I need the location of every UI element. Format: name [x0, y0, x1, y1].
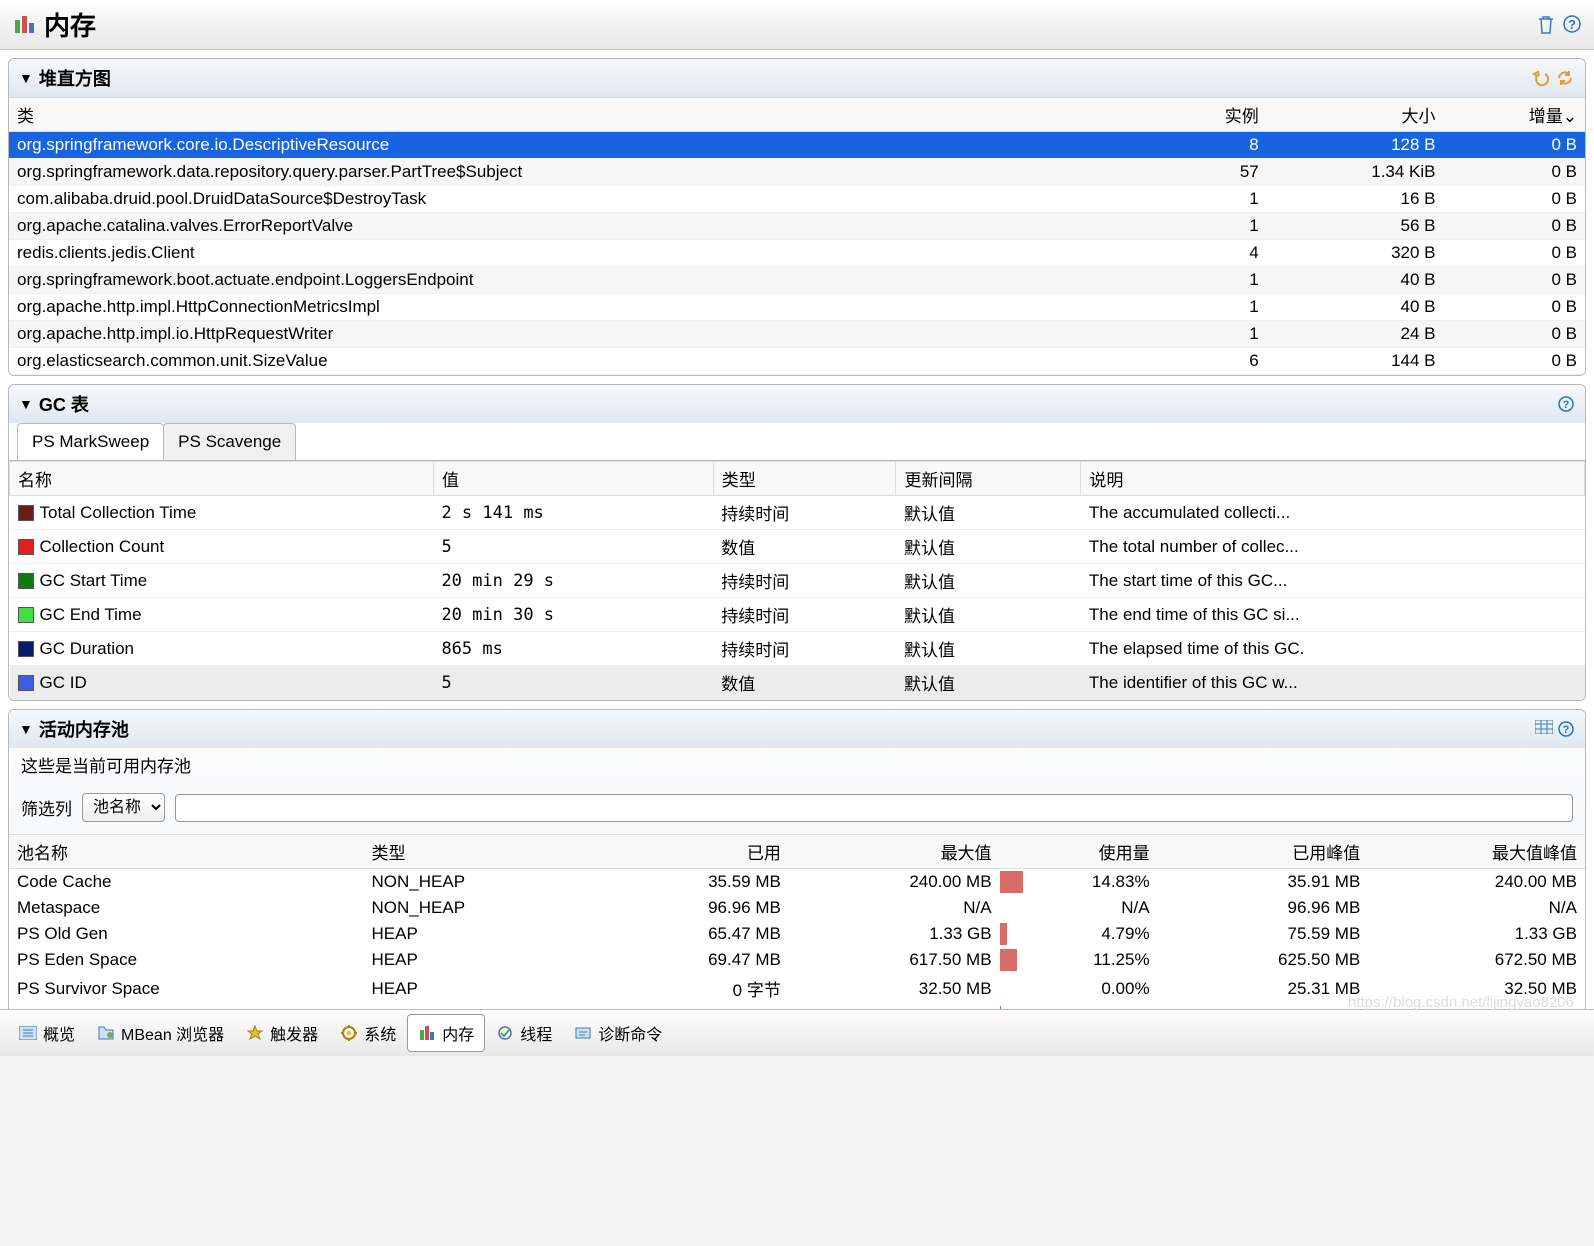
pool-table: 池名称类型已用最大值使用量已用峰值最大值峰值 Code CacheNON_HEA… [9, 834, 1585, 1009]
table-row[interactable]: com.alibaba.druid.pool.DruidDataSource$D… [9, 186, 1585, 213]
collapse-icon: ▼ [19, 721, 33, 737]
table-row[interactable]: PS Eden SpaceHEAP69.47 MB617.50 MB11.25%… [9, 947, 1585, 973]
page-title: 内存 [44, 6, 1536, 43]
pool-col-header[interactable]: 已用峰值 [1158, 835, 1369, 869]
tab-icon [340, 1024, 358, 1042]
table-row[interactable]: org.springframework.data.repository.quer… [9, 159, 1585, 186]
table-row[interactable]: PS Survivor SpaceHEAP0 字节32.50 MB0.00%25… [9, 973, 1585, 1004]
gc-col-header[interactable]: 值 [433, 462, 713, 496]
gc-tabs: PS MarkSweepPS Scavenge [9, 423, 1585, 461]
bottom-tab[interactable]: 诊断命令 [563, 1014, 673, 1052]
tab-icon [496, 1024, 514, 1042]
table-row[interactable]: MetaspaceNON_HEAP96.96 MBN/AN/A96.96 MBN… [9, 895, 1585, 921]
table-row[interactable]: org.springframework.boot.actuate.endpoin… [9, 267, 1585, 294]
collapse-icon: ▼ [19, 70, 33, 86]
bottom-tab[interactable]: 内存 [407, 1014, 485, 1052]
gc-section-header[interactable]: ▼ GC 表 ? [9, 385, 1585, 423]
trash-icon[interactable] [1536, 14, 1556, 36]
pool-section: ▼ 活动内存池 ? 这些是当前可用内存池 筛选列 池名称 池名称类型已用最大值使… [8, 709, 1586, 1009]
bottom-tab[interactable]: 概览 [8, 1014, 86, 1052]
heap-section-title: 堆直方图 [39, 65, 1531, 91]
pool-section-header[interactable]: ▼ 活动内存池 ? [9, 710, 1585, 748]
tab-icon [418, 1024, 436, 1042]
gc-col-header[interactable]: 类型 [713, 462, 896, 496]
table-row[interactable]: GC End Time20 min 30 s持续时间默认值The end tim… [10, 598, 1585, 632]
svg-text:?: ? [1568, 17, 1576, 32]
gc-col-header[interactable]: 更新间隔 [896, 462, 1081, 496]
svg-text:?: ? [1563, 724, 1570, 736]
table-row[interactable]: org.springframework.core.io.DescriptiveR… [9, 132, 1585, 159]
pool-section-title: 活动内存池 [39, 716, 1535, 742]
table-row[interactable]: GC Start Time20 min 29 s持续时间默认值The start… [10, 564, 1585, 598]
filter-label: 筛选列 [21, 795, 72, 820]
table-row[interactable]: org.apache.catalina.valves.ErrorReportVa… [9, 213, 1585, 240]
table-row[interactable]: redis.clients.jedis.Client4320 B0 B [9, 240, 1585, 267]
pool-col-header[interactable]: 类型 [364, 835, 599, 869]
gc-col-header[interactable]: 名称 [10, 462, 434, 496]
heap-table: 类实例大小增量⌄ org.springframework.core.io.Des… [9, 97, 1585, 375]
bottom-tab[interactable]: MBean 浏览器 [86, 1014, 235, 1052]
heap-col-header[interactable]: 类 [9, 98, 1157, 132]
page-header: 内存 ? [0, 0, 1594, 50]
table-view-icon[interactable] [1535, 720, 1553, 738]
filter-input[interactable] [175, 794, 1573, 822]
undo-icon[interactable] [1531, 68, 1551, 88]
table-row[interactable]: org.apache.http.impl.HttpConnectionMetri… [9, 294, 1585, 321]
gc-tab[interactable]: PS Scavenge [163, 423, 296, 460]
collapse-icon: ▼ [19, 396, 33, 412]
table-row[interactable]: Collection Count5数值默认值The total number o… [10, 530, 1585, 564]
gc-section: ▼ GC 表 ? PS MarkSweepPS Scavenge 名称值类型更新… [8, 384, 1586, 701]
heap-histogram-section: ▼ 堆直方图 类实例大小增量⌄ org.springframework.core… [8, 58, 1586, 376]
gc-col-header[interactable]: 说明 [1081, 462, 1585, 496]
heap-section-header[interactable]: ▼ 堆直方图 [9, 59, 1585, 97]
gc-table: 名称值类型更新间隔说明 Total Collection Time2 s 141… [9, 461, 1585, 700]
gc-tab[interactable]: PS MarkSweep [17, 423, 164, 460]
table-row[interactable]: Total Collection Time2 s 141 ms持续时间默认值Th… [10, 496, 1585, 530]
pool-col-header[interactable]: 使用量 [1000, 835, 1158, 869]
pool-col-header[interactable]: 最大值 [789, 835, 1000, 869]
bottom-tab[interactable]: 触发器 [235, 1014, 329, 1052]
memory-icon [12, 13, 36, 37]
table-row[interactable]: org.apache.http.impl.io.HttpRequestWrite… [9, 321, 1585, 348]
help-icon[interactable]: ? [1557, 395, 1575, 413]
table-row[interactable]: org.elasticsearch.common.unit.SizeValue6… [9, 348, 1585, 375]
tab-icon [246, 1024, 264, 1042]
help-icon[interactable]: ? [1562, 14, 1582, 36]
pool-description: 这些是当前可用内存池 [9, 748, 1585, 787]
help-icon[interactable]: ? [1557, 720, 1575, 738]
pool-col-header[interactable]: 最大值峰值 [1368, 835, 1585, 869]
svg-text:?: ? [1563, 399, 1570, 411]
bottom-tab[interactable]: 系统 [329, 1014, 407, 1052]
pool-filter-row: 筛选列 池名称 [9, 787, 1585, 834]
table-row[interactable]: Code CacheNON_HEAP35.59 MB240.00 MB14.83… [9, 869, 1585, 896]
refresh-icon[interactable] [1555, 68, 1575, 88]
bottom-tabs: 概览MBean 浏览器触发器系统内存线程诊断命令 [0, 1009, 1594, 1056]
filter-column-select[interactable]: 池名称 [82, 793, 165, 822]
bottom-tab[interactable]: 线程 [485, 1014, 563, 1052]
heap-col-header[interactable]: 实例 [1157, 98, 1267, 132]
pool-col-header[interactable]: 已用 [598, 835, 788, 869]
table-row[interactable]: GC Duration865 ms持续时间默认值The elapsed time… [10, 632, 1585, 666]
heap-col-header[interactable]: 增量⌄ [1444, 98, 1586, 132]
tab-icon [97, 1025, 115, 1041]
heap-col-header[interactable]: 大小 [1267, 98, 1444, 132]
tab-icon [19, 1026, 37, 1040]
tab-icon [574, 1025, 592, 1041]
table-row[interactable]: GC ID5数值默认值The identifier of this GC w..… [10, 666, 1585, 700]
table-row[interactable]: PS Old GenHEAP65.47 MB1.33 GB4.79%75.59 … [9, 921, 1585, 947]
gc-section-title: GC 表 [39, 391, 1557, 417]
pool-col-header[interactable]: 池名称 [9, 835, 364, 869]
